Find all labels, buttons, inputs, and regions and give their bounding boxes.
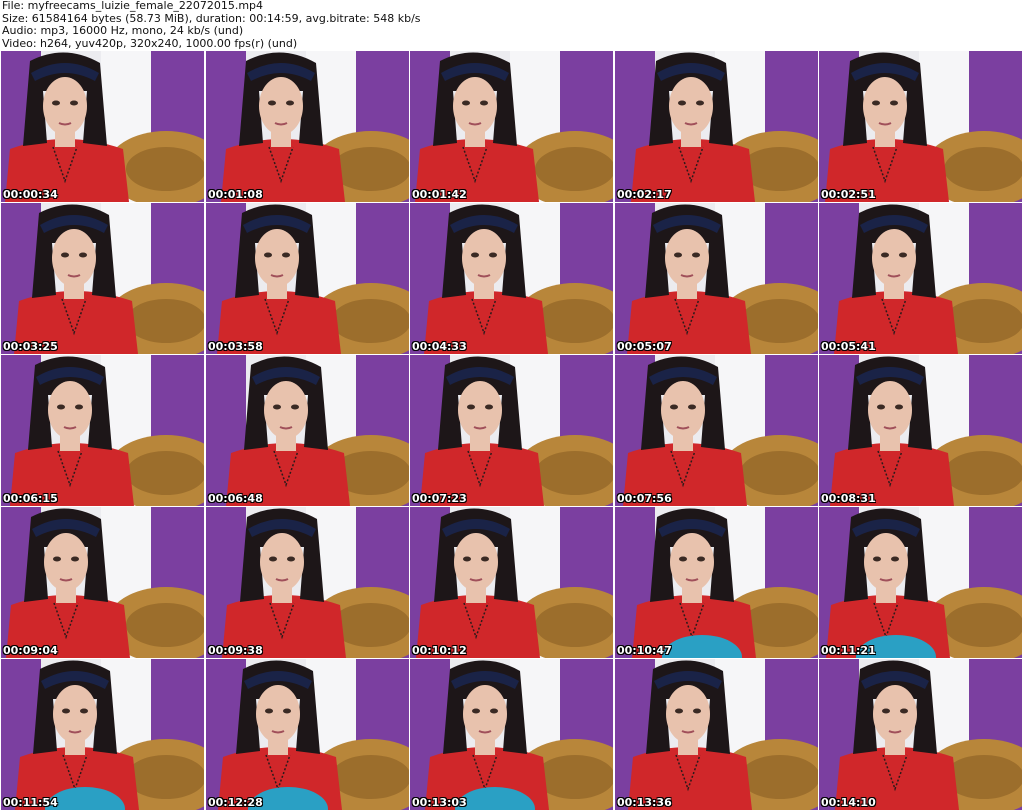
- thumbnail-frame: 00:06:15: [1, 355, 204, 506]
- thumbnail-frame: 00:11:21: [819, 507, 1022, 658]
- thumbnail-timestamp: 00:14:10: [821, 796, 876, 809]
- thumbnail-timestamp: 00:12:28: [208, 796, 263, 809]
- thumbnail-timestamp: 00:00:34: [3, 188, 58, 201]
- thumbnail-image: [410, 507, 613, 658]
- thumbnail-image: [410, 659, 613, 810]
- thumbnail-timestamp: 00:06:48: [208, 492, 263, 505]
- thumbnail-timestamp: 00:10:47: [617, 644, 672, 657]
- thumbnail-timestamp: 00:05:41: [821, 340, 876, 353]
- thumbnail-grid: 00:00:34 00:01:08 00:01:42 00:02:17 00:02:51…: [1, 51, 1023, 811]
- thumbnail-frame: 00:01:08: [206, 51, 409, 202]
- thumbnail-timestamp: 00:03:25: [3, 340, 58, 353]
- thumbnail-frame: 00:05:41: [819, 203, 1022, 354]
- thumbnail-frame: 00:13:36: [615, 659, 818, 810]
- thumbnail-frame: 00:07:56: [615, 355, 818, 506]
- thumbnail-image: [615, 203, 818, 354]
- thumbnail-image: [410, 203, 613, 354]
- thumbnail-timestamp: 00:01:42: [412, 188, 467, 201]
- thumbnail-image: [615, 659, 818, 810]
- thumbnail-timestamp: 00:07:56: [617, 492, 672, 505]
- thumbnail-image: [206, 507, 409, 658]
- thumbnail-frame: 00:02:51: [819, 51, 1022, 202]
- thumbnail-timestamp: 00:01:08: [208, 188, 263, 201]
- thumbnail-timestamp: 00:13:36: [617, 796, 672, 809]
- thumbnail-image: [1, 355, 204, 506]
- thumbnail-frame: 00:00:34: [1, 51, 204, 202]
- thumbnail-image: [819, 355, 1022, 506]
- thumbnail-timestamp: 00:04:33: [412, 340, 467, 353]
- thumbnail-frame: 00:10:47: [615, 507, 818, 658]
- thumbnail-timestamp: 00:06:15: [3, 492, 58, 505]
- thumbnail-image: [1, 51, 204, 202]
- video-info-line: Video: h264, yuv420p, 320x240, 1000.00 f…: [2, 36, 298, 50]
- thumbnail-timestamp: 00:02:17: [617, 188, 672, 201]
- thumbnail-image: [819, 659, 1022, 810]
- file-name-line: File: myfreecams_luizie_female_22072015.…: [2, 0, 264, 12]
- thumbnail-image: [410, 51, 613, 202]
- thumbnail-image: [819, 51, 1022, 202]
- thumbnail-image: [1, 659, 204, 810]
- thumbnail-frame: 00:08:31: [819, 355, 1022, 506]
- thumbnail-image: [615, 51, 818, 202]
- thumbnail-frame: 00:01:42: [410, 51, 613, 202]
- thumbnail-timestamp: 00:10:12: [412, 644, 467, 657]
- thumbnail-frame: 00:06:48: [206, 355, 409, 506]
- file-info-header: File: myfreecams_luizie_female_22072015.…: [2, 0, 1022, 50]
- thumbnail-timestamp: 00:11:54: [3, 796, 58, 809]
- thumbnail-timestamp: 00:09:04: [3, 644, 58, 657]
- thumbnail-frame: 00:09:04: [1, 507, 204, 658]
- thumbnail-frame: 00:12:28: [206, 659, 409, 810]
- thumbnail-timestamp: 00:13:03: [412, 796, 467, 809]
- thumbnail-timestamp: 00:09:38: [208, 644, 263, 657]
- thumbnail-frame: 00:03:25: [1, 203, 204, 354]
- thumbnail-image: [410, 355, 613, 506]
- thumbnail-frame: 00:07:23: [410, 355, 613, 506]
- thumbnail-timestamp: 00:11:21: [821, 644, 876, 657]
- thumbnail-timestamp: 00:03:58: [208, 340, 263, 353]
- thumbnail-timestamp: 00:08:31: [821, 492, 876, 505]
- thumbnail-frame: 00:03:58: [206, 203, 409, 354]
- thumbnail-image: [206, 355, 409, 506]
- thumbnail-image: [819, 203, 1022, 354]
- thumbnail-image: [819, 507, 1022, 658]
- thumbnail-timestamp: 00:05:07: [617, 340, 672, 353]
- thumbnail-image: [206, 51, 409, 202]
- thumbnail-image: [1, 203, 204, 354]
- thumbnail-image: [615, 507, 818, 658]
- thumbnail-timestamp: 00:02:51: [821, 188, 876, 201]
- thumbnail-frame: 00:11:54: [1, 659, 204, 810]
- thumbnail-frame: 00:09:38: [206, 507, 409, 658]
- thumbnail-timestamp: 00:07:23: [412, 492, 467, 505]
- thumbnail-frame: 00:02:17: [615, 51, 818, 202]
- thumbnail-frame: 00:05:07: [615, 203, 818, 354]
- thumbnail-image: [615, 355, 818, 506]
- audio-info-line: Audio: mp3, 16000 Hz, mono, 24 kb/s (und…: [2, 24, 244, 37]
- thumbnail-image: [1, 507, 204, 658]
- thumbnail-frame: 00:10:12: [410, 507, 613, 658]
- thumbnail-image: [206, 203, 409, 354]
- thumbnail-frame: 00:13:03: [410, 659, 613, 810]
- thumbnail-frame: 00:14:10: [819, 659, 1022, 810]
- thumbnail-frame: 00:04:33: [410, 203, 613, 354]
- thumbnail-image: [206, 659, 409, 810]
